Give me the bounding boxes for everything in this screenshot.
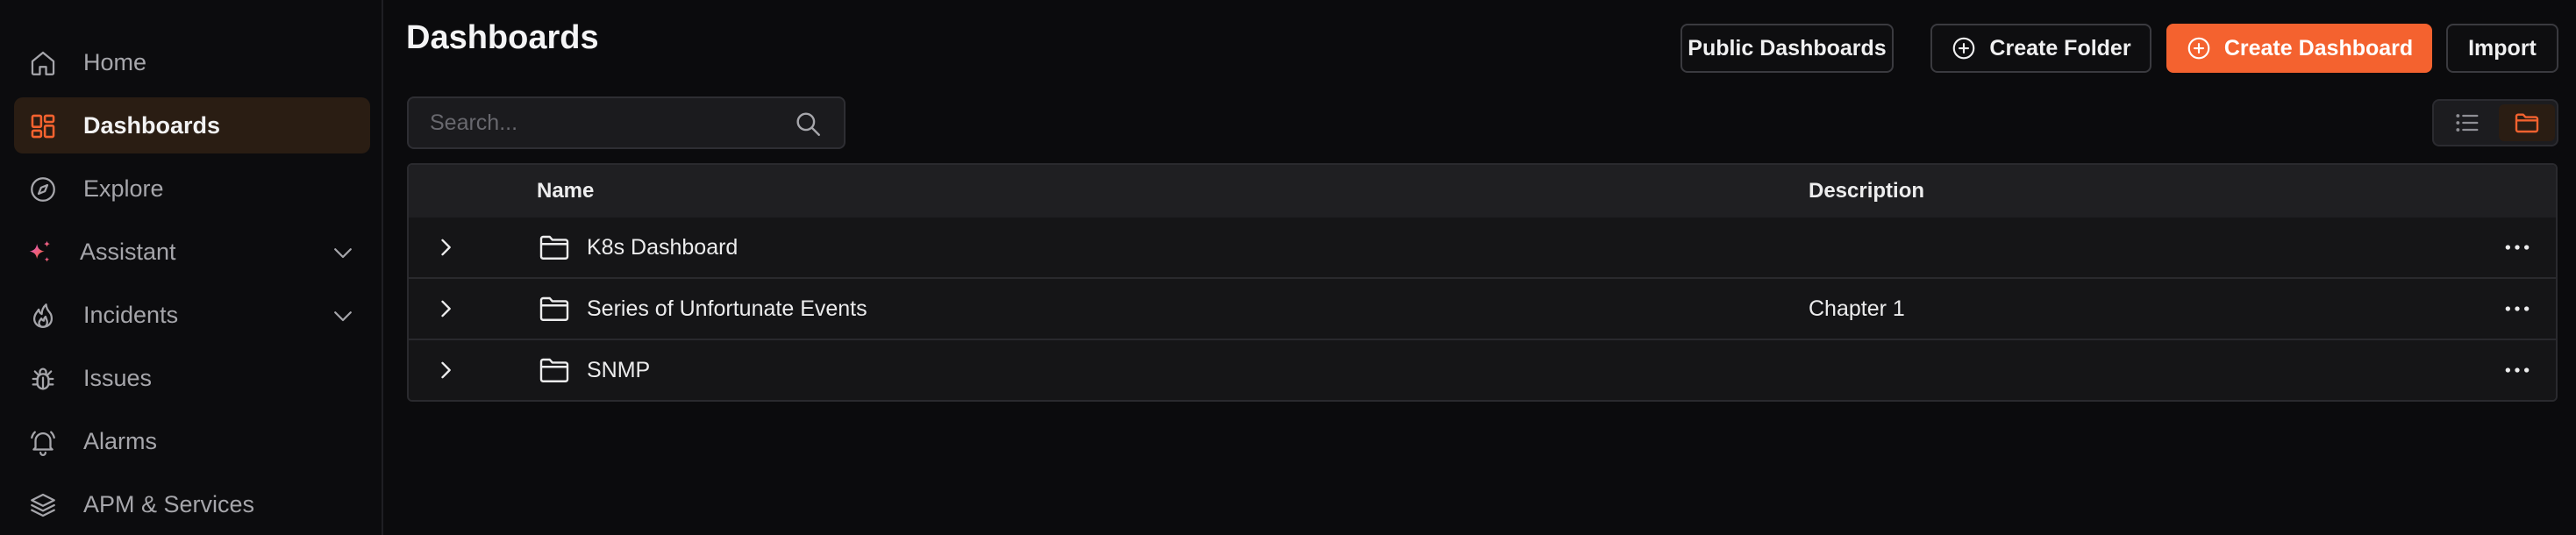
sidebar-item-assistant[interactable]: Assistant — [14, 224, 370, 280]
folder-view-icon — [2515, 113, 2539, 133]
sidebar-item-issues[interactable]: Issues — [14, 350, 370, 406]
search-box — [407, 96, 846, 149]
folder-icon — [539, 235, 569, 260]
bug-icon — [28, 364, 58, 394]
sidebar-item-alarms[interactable]: Alarms — [14, 413, 370, 469]
flame-icon — [28, 301, 58, 331]
layers-icon — [28, 490, 58, 520]
table-row[interactable]: K8s Dashboard — [409, 218, 2556, 279]
more-horizontal-icon — [2505, 306, 2530, 311]
button-label: Create Dashboard — [2223, 35, 2414, 61]
row-actions-button[interactable] — [2500, 295, 2535, 323]
dashboard-name[interactable]: SNMP — [587, 340, 650, 400]
column-header-description[interactable]: Description — [1809, 165, 1924, 218]
bell-icon — [28, 427, 58, 457]
import-button[interactable]: Import — [2446, 24, 2558, 73]
expand-row-button[interactable] — [430, 354, 461, 386]
expand-row-button[interactable] — [430, 293, 461, 325]
button-label: Create Folder — [1989, 35, 2131, 61]
plus-circle-icon — [1953, 37, 1975, 60]
home-icon — [28, 48, 58, 78]
list-view-icon — [2456, 114, 2479, 132]
sidebar-item-label: Issues — [83, 365, 153, 391]
create-dashboard-button[interactable]: Create Dashboard — [2166, 24, 2432, 73]
chevron-right-icon — [441, 361, 451, 379]
button-label: Public Dashboards — [1688, 35, 1887, 61]
sidebar-item-label: APM & Services — [83, 491, 255, 517]
sidebar-item-incidents[interactable]: Incidents — [14, 287, 370, 343]
table-row[interactable]: Series of Unfortunate Events Chapter 1 — [409, 279, 2556, 340]
folder-icon — [539, 358, 569, 382]
plus-circle-icon — [2187, 37, 2210, 60]
row-actions-button[interactable] — [2500, 233, 2535, 261]
dashboards-table: Name Description K8s Dashboard Series of… — [407, 163, 2558, 402]
table-row[interactable]: SNMP — [409, 340, 2556, 400]
page-title: Dashboards — [406, 19, 599, 56]
chevron-right-icon — [441, 300, 451, 317]
list-view-button[interactable] — [2439, 104, 2495, 141]
table-header: Name Description — [409, 165, 2556, 219]
column-header-name[interactable]: Name — [537, 165, 594, 218]
sparkle-icon — [25, 238, 54, 268]
sidebar-item-label: Dashboards — [83, 112, 221, 139]
sidebar-item-label: Alarms — [83, 428, 158, 454]
expand-row-button[interactable] — [430, 232, 461, 263]
dashboard-name[interactable]: Series of Unfortunate Events — [587, 279, 867, 339]
dashboard-description: Chapter 1 — [1809, 296, 1905, 321]
sidebar-item-label: Home — [83, 49, 147, 75]
folder-icon — [539, 296, 569, 321]
button-label: Import — [2468, 35, 2537, 61]
search-input[interactable] — [409, 98, 798, 147]
sidebar-item-label: Incidents — [83, 302, 179, 328]
sidebar: Home Dashboards Explore Assistant Incide… — [0, 0, 383, 535]
sidebar-item-dashboards[interactable]: Dashboards — [14, 97, 370, 153]
dashboards-icon — [28, 111, 58, 141]
row-actions-button[interactable] — [2500, 356, 2535, 384]
sidebar-item-explore[interactable]: Explore — [14, 160, 370, 217]
more-horizontal-icon — [2505, 245, 2530, 250]
compass-icon — [28, 175, 58, 204]
chevron-right-icon — [441, 239, 451, 256]
main-content: Dashboards Public Dashboards Create Fold… — [383, 0, 2576, 535]
public-dashboards-button[interactable]: Public Dashboards — [1680, 24, 1894, 73]
chevron-down-icon[interactable] — [330, 303, 356, 329]
sidebar-item-label: Assistant — [80, 239, 176, 265]
sidebar-item-apm-services[interactable]: APM & Services — [14, 476, 370, 532]
chevron-down-icon[interactable] — [330, 239, 356, 266]
sidebar-item-label: Explore — [83, 175, 164, 202]
sidebar-item-home[interactable]: Home — [14, 34, 370, 90]
search-icon[interactable] — [793, 109, 823, 139]
folder-view-button[interactable] — [2499, 104, 2555, 141]
dashboard-name[interactable]: K8s Dashboard — [587, 218, 738, 277]
view-toggle — [2432, 99, 2558, 146]
more-horizontal-icon — [2505, 367, 2530, 373]
create-folder-button[interactable]: Create Folder — [1930, 24, 2151, 73]
